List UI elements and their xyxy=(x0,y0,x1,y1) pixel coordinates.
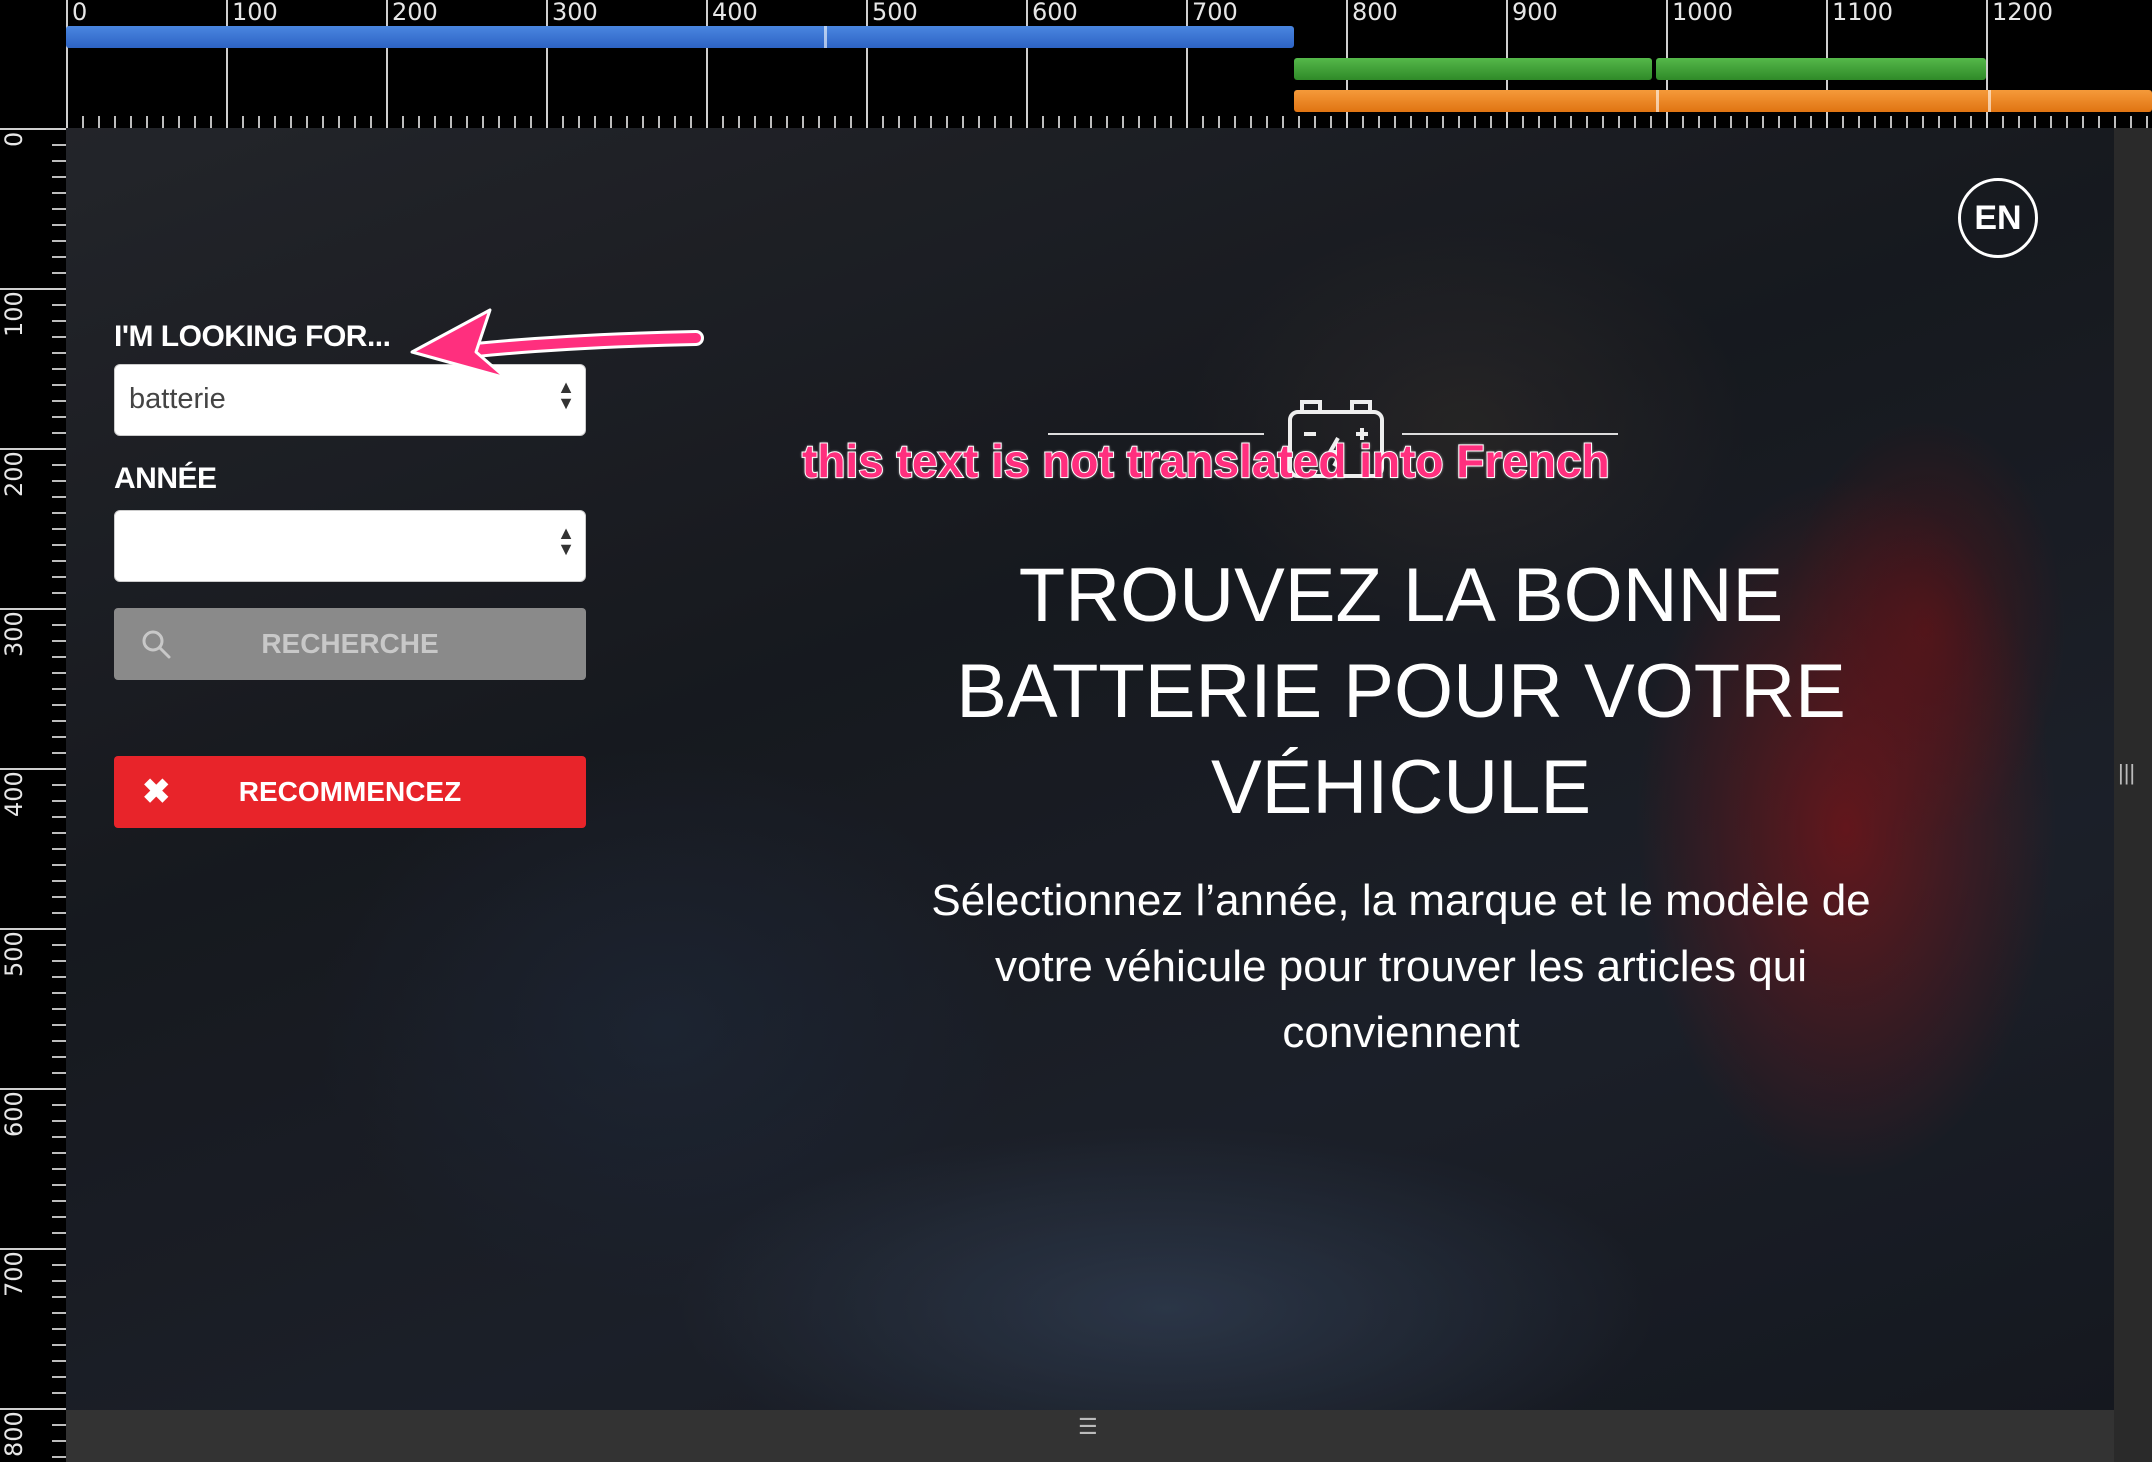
hero-subtitle-line: votre véhicule pour trouver les articles… xyxy=(995,942,1807,991)
ruler-corner xyxy=(0,0,66,128)
search-button-label: RECHERCHE xyxy=(261,628,439,659)
ruler-top-label: 1200 xyxy=(1992,0,2054,26)
ruler-top-label: 1100 xyxy=(1832,0,1894,26)
ruler-top-label: 0 xyxy=(72,0,88,26)
hero-title-line: VÉHICULE xyxy=(1210,745,1592,830)
up-down-arrows-icon: ▲ ▼ xyxy=(557,523,575,559)
reset-button-label: RECOMMENCEZ xyxy=(238,776,462,807)
hero-title-line: TROUVEZ LA BONNE xyxy=(1018,553,1784,638)
ruler-top-label: 600 xyxy=(1032,0,1078,26)
ruler-left-label: 700 xyxy=(0,1251,28,1297)
ruler-left-label: 100 xyxy=(0,291,28,337)
ruler-left-label: 800 xyxy=(0,1411,28,1457)
ruler-left-tick xyxy=(0,1088,66,1090)
ruler-top-label: 1000 xyxy=(1672,0,1734,26)
ruler-left-label: 300 xyxy=(0,611,28,657)
looking-for-label: I'M LOOKING FOR... xyxy=(114,320,391,353)
ruler-top-tick xyxy=(546,0,548,128)
ruler-top-label: 700 xyxy=(1192,0,1238,26)
breakpoint-handle[interactable] xyxy=(824,26,827,48)
breakpoint-bar-green[interactable] xyxy=(1294,58,1652,80)
ruler-left-tick xyxy=(0,1408,66,1410)
ruler-left-label: 200 xyxy=(0,451,28,497)
viewport-resize-edge-right[interactable] xyxy=(2114,128,2152,1462)
ruler-left-tick xyxy=(0,768,66,770)
ruler-top-tick xyxy=(866,0,868,128)
resize-grip-bottom-icon[interactable]: ☰ xyxy=(1078,1414,1098,1440)
breakpoint-bar-blue[interactable] xyxy=(66,26,1294,48)
ruler-top-label: 500 xyxy=(872,0,918,26)
breakpoint-handle[interactable] xyxy=(1656,90,1659,112)
ruler-left-tick xyxy=(0,128,66,130)
ruler-top-label: 900 xyxy=(1512,0,1558,26)
resize-grip-right-icon[interactable]: ||| xyxy=(2118,760,2135,786)
hero-title-line: BATTERIE POUR VOTRE xyxy=(956,649,1846,734)
ruler-left-tick xyxy=(0,288,66,290)
ruler-top-label: 200 xyxy=(392,0,438,26)
ruler-top-label: 100 xyxy=(232,0,278,26)
hero-subtitle-line: Sélectionnez l’année, la marque et le mo… xyxy=(931,876,1871,925)
ruler-top-tick xyxy=(226,0,228,128)
ruler-left-label: 0 xyxy=(0,131,28,147)
ruler-left-tick xyxy=(0,608,66,610)
ruler-top-tick xyxy=(706,0,708,128)
breakpoint-bar-orange[interactable] xyxy=(1294,90,2152,112)
language-toggle-button[interactable]: EN xyxy=(1958,178,2038,258)
annotation-arrow-icon xyxy=(410,308,704,380)
hero-title: TROUVEZ LA BONNE BATTERIE POUR VOTRE VÉH… xyxy=(826,548,1976,836)
ruler-top-tick xyxy=(66,0,68,128)
ruler-top-label: 800 xyxy=(1352,0,1398,26)
search-button[interactable]: RECHERCHE xyxy=(114,608,586,680)
ruler-left-scale xyxy=(52,128,66,1462)
looking-for-value: batterie xyxy=(129,383,226,415)
reset-button[interactable]: ✖ RECOMMENCEZ xyxy=(114,756,586,828)
hero-subtitle-line: conviennent xyxy=(1282,1008,1520,1057)
ruler-left-tick xyxy=(0,448,66,450)
ruler-top-label: 400 xyxy=(712,0,758,26)
annotation-text: this text is not translated into French xyxy=(801,434,1611,488)
ruler-left-label: 500 xyxy=(0,931,28,977)
ruler-top-scale xyxy=(66,116,2152,128)
ruler-left-label: 600 xyxy=(0,1091,28,1137)
ruler-top-tick xyxy=(1026,0,1028,128)
hero-subtitle: Sélectionnez l’année, la marque et le mo… xyxy=(826,868,1976,1066)
breakpoint-bar-green[interactable] xyxy=(1656,58,1986,80)
year-select[interactable]: ▲ ▼ xyxy=(114,510,586,582)
ruler-top-label: 300 xyxy=(552,0,598,26)
page-viewport: I'M LOOKING FOR... batterie ▲ ▼ ANNÉE ▲ ▼ … xyxy=(66,128,2114,1410)
up-down-arrows-icon: ▲ ▼ xyxy=(557,377,575,413)
ruler-left-tick xyxy=(0,1248,66,1250)
ruler-left: 0 100 200 300 400 500 600 700 800 xyxy=(0,128,66,1462)
ruler-top-tick xyxy=(1186,0,1188,128)
ruler-top-tick xyxy=(386,0,388,128)
breakpoint-handle[interactable] xyxy=(1988,90,1991,112)
year-label: ANNÉE xyxy=(114,462,217,495)
ruler-left-tick xyxy=(0,928,66,930)
ruler-left-label: 400 xyxy=(0,771,28,817)
